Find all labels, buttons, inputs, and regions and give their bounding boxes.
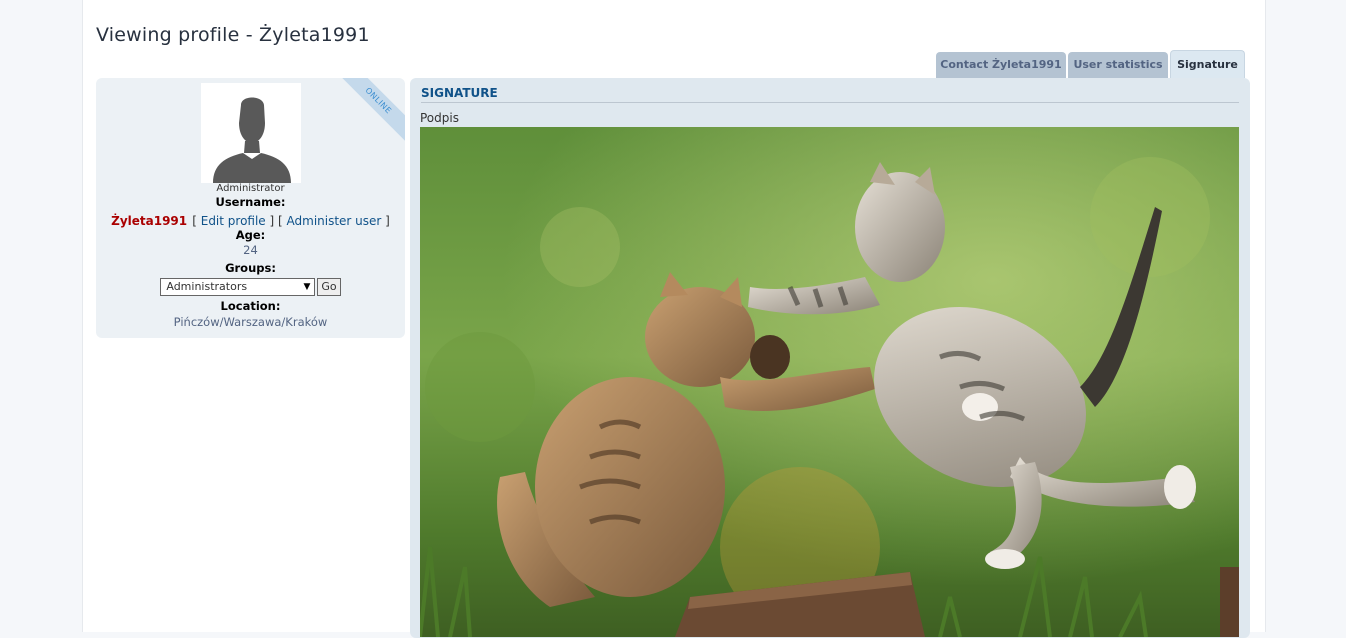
user-rank: Administrator	[216, 183, 285, 194]
bracket-close-2: ]	[381, 214, 390, 228]
signature-heading: SIGNATURE	[421, 86, 1239, 103]
bracket-open: [	[192, 214, 201, 228]
online-ribbon: ONLINE	[332, 78, 405, 147]
bracket-close: ] [	[265, 214, 287, 228]
username-link[interactable]: Żyleta1991	[111, 214, 187, 228]
groups-label: Groups:	[225, 261, 276, 275]
tab-user-statistics[interactable]: User statistics	[1068, 52, 1168, 78]
default-avatar-icon	[201, 83, 301, 183]
age-label: Age:	[235, 228, 266, 242]
location-label: Location:	[220, 299, 281, 313]
groups-selected-value: Administrators	[166, 279, 248, 293]
age-value: 24	[243, 243, 258, 257]
tab-contact[interactable]: Contact Żyleta1991	[936, 52, 1066, 78]
signature-text: Podpis	[420, 111, 459, 125]
profile-panel: ONLINE Administrator Username: Żyleta199…	[96, 78, 405, 338]
groups-select[interactable]: Administrators ▼	[160, 277, 316, 296]
tab-signature[interactable]: Signature	[1170, 50, 1245, 78]
kittens-photo-icon	[420, 127, 1239, 637]
go-button[interactable]: Go	[317, 277, 341, 296]
location-value: Pińczów/Warszawa/Kraków	[173, 315, 328, 329]
administer-user-link[interactable]: Administer user	[287, 214, 382, 228]
signature-panel: SIGNATURE Podpis	[410, 78, 1250, 638]
username-row: Żyleta1991 [ Edit profile ] [ Administer…	[96, 210, 405, 229]
edit-profile-link[interactable]: Edit profile	[201, 214, 266, 228]
groups-row: Administrators ▼ Go	[96, 276, 405, 296]
dropdown-arrow-icon: ▼	[303, 281, 311, 292]
username-label: Username:	[215, 195, 286, 209]
page-title: Viewing profile - Żyleta1991	[96, 23, 370, 46]
